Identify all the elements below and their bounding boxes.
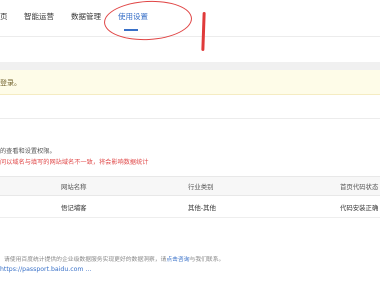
tab-data-management[interactable]: 数据管理 bbox=[71, 11, 101, 22]
header-code-status: 首页代码状态 bbox=[340, 183, 379, 191]
header-industry: 行业类别 bbox=[188, 183, 214, 191]
cell-site-name: 悟记埔客 bbox=[61, 204, 87, 212]
header-site-name: 网站名称 bbox=[61, 183, 87, 191]
table-row[interactable]: 悟记埔客 其他-其他 代码安装正确 bbox=[0, 195, 380, 218]
tab-smart-operations[interactable]: 智能运营 bbox=[24, 11, 54, 22]
footer-note: 请使用百度统计提供的企业级数据服务实现更好的数据洞察，请点击咨询与我们联系。 bbox=[4, 254, 224, 263]
contact-link[interactable]: 点击咨询 bbox=[166, 257, 189, 263]
table-header: 网站名称 行业类别 首页代码状态 bbox=[0, 176, 380, 196]
notice-banner: 登录。 bbox=[0, 70, 380, 95]
footer-note-prefix: 请使用百度统计提供的企业级数据服务实现更好的数据洞察，请 bbox=[4, 257, 167, 263]
tabs-divider bbox=[0, 36, 380, 37]
tab-home[interactable]: 页 bbox=[0, 11, 8, 22]
cell-code-status: 代码安装正确 bbox=[340, 204, 379, 212]
content-divider bbox=[0, 118, 380, 119]
section-bar bbox=[0, 62, 380, 70]
footer-note-suffix: 与我们联系。 bbox=[189, 257, 225, 263]
permission-description: 的查看和设置权限。 bbox=[0, 148, 56, 155]
passport-url-link[interactable]: https://passport.baidu.com ... bbox=[0, 266, 91, 273]
notice-text: 登录。 bbox=[0, 79, 21, 87]
cell-industry: 其他-其他 bbox=[188, 204, 216, 212]
domain-warning: 问以域名与填写的网站域名不一致，将会影响数据统计 bbox=[0, 159, 149, 166]
